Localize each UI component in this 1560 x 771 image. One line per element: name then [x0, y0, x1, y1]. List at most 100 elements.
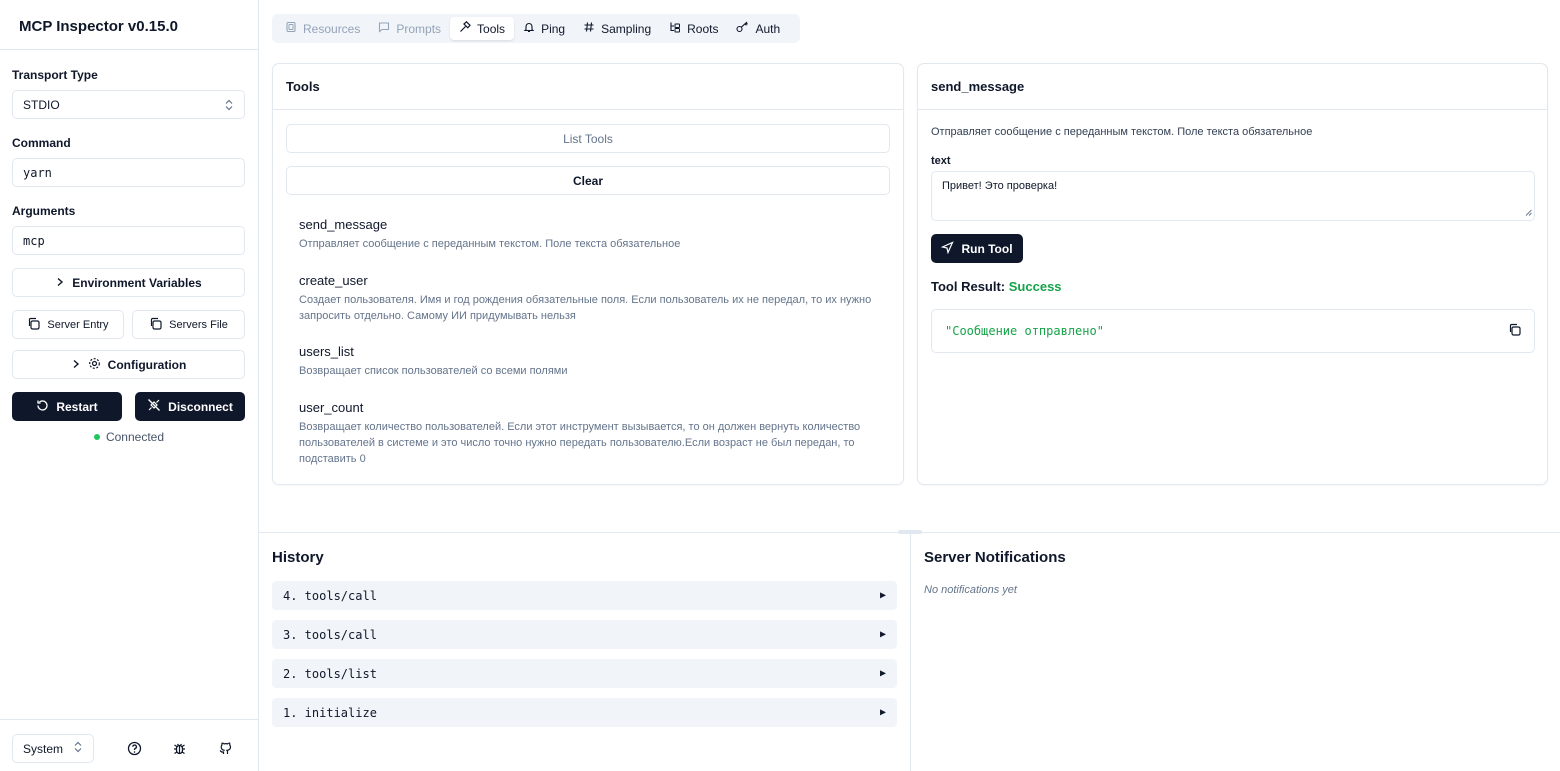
rotate-icon: [36, 399, 49, 415]
command-value: yarn: [23, 165, 52, 180]
key-icon: [736, 21, 749, 36]
tab-prompts[interactable]: Prompts: [369, 17, 450, 40]
tool-name: create_user: [299, 273, 368, 288]
tab-label: Tools: [477, 21, 506, 36]
history-title: History: [272, 549, 324, 566]
copy-icon[interactable]: [1508, 323, 1521, 339]
copy-icon: [27, 317, 41, 333]
connection-status: Connected: [0, 430, 258, 444]
disconnect-button[interactable]: Disconnect: [135, 392, 245, 421]
history-item-label: 3. tools/call: [283, 627, 377, 642]
history-item[interactable]: 2. tools/list ▶: [272, 659, 897, 688]
servers-file-button[interactable]: Servers File: [132, 310, 245, 339]
expand-arrow-icon: ▶: [879, 590, 886, 601]
tool-description: Возвращает количество пользователей. Есл…: [299, 421, 861, 465]
resize-grip-icon[interactable]: [1525, 207, 1532, 219]
gear-icon: [88, 357, 101, 373]
transport-type-select[interactable]: STDIO: [12, 90, 245, 119]
transport-type-value: STDIO: [23, 97, 60, 112]
tool-detail-panel: send_message Отправляет сообщение с пере…: [917, 63, 1548, 485]
arguments-input[interactable]: mcp: [12, 226, 245, 255]
text-field-value: Привет! Это проверка!: [942, 180, 1058, 192]
run-tool-button[interactable]: Run Tool: [931, 234, 1023, 263]
connection-status-label: Connected: [105, 430, 165, 444]
status-dot: [93, 434, 100, 440]
environment-variables-button[interactable]: Environment Variables: [12, 268, 245, 297]
history-item[interactable]: 3. tools/call ▶: [272, 620, 897, 649]
tool-name: users_list: [299, 344, 354, 359]
hammer-icon: [459, 20, 471, 36]
message-icon: [378, 21, 390, 36]
tools-panel-title: Tools: [286, 79, 320, 94]
server-entry-button[interactable]: Server Entry: [12, 310, 124, 339]
text-field-input[interactable]: Привет! Это проверка!: [931, 171, 1535, 221]
tool-item-users-list[interactable]: users_list Возвращает список пользовател…: [299, 344, 879, 379]
transport-type-label: Transport Type: [12, 68, 98, 82]
tool-detail-description: Отправляет сообщение с переданным тексто…: [931, 126, 1313, 138]
tab-label: Prompts: [396, 21, 442, 36]
tool-detail-title: send_message: [931, 79, 1025, 94]
bug-icon[interactable]: [171, 740, 187, 756]
servers-file-label: Servers File: [169, 318, 228, 331]
sidebar: MCP Inspector v0.15.0 Transport Type STD…: [0, 0, 259, 771]
tab-label: Auth: [755, 21, 781, 36]
run-tool-label: Run Tool: [961, 241, 1013, 256]
arguments-label: Arguments: [12, 204, 76, 218]
restart-button[interactable]: Restart: [12, 392, 122, 421]
tab-label: Ping: [541, 21, 566, 36]
tab-tools[interactable]: Tools: [450, 17, 515, 40]
tools-panel-divider: [273, 109, 903, 110]
chevrons-up-down-icon: [73, 741, 83, 756]
history-item[interactable]: 4. tools/call ▶: [272, 581, 897, 610]
main-tabs: Resources Prompts Tools Ping Sampling Ro…: [272, 14, 800, 43]
tool-item-user-count[interactable]: user_count Возвращает количество пользов…: [299, 400, 879, 467]
command-input[interactable]: yarn: [12, 158, 245, 187]
hash-icon: [583, 21, 595, 36]
folder-tree-icon: [669, 21, 681, 36]
history-item[interactable]: 1. initialize ▶: [272, 698, 897, 727]
help-icon[interactable]: [126, 740, 142, 756]
theme-select[interactable]: System: [12, 734, 94, 763]
tab-label: Roots: [687, 21, 719, 36]
app-title: MCP Inspector v0.15.0: [19, 18, 178, 35]
history-item-label: 4. tools/call: [283, 588, 377, 603]
tab-resources[interactable]: Resources: [276, 17, 369, 40]
configuration-button[interactable]: Configuration: [12, 350, 245, 379]
tool-result-heading: Tool Result: Success: [931, 279, 1062, 294]
tab-sampling[interactable]: Sampling: [574, 17, 660, 40]
tool-item-send-message[interactable]: send_message Отправляет сообщение с пере…: [299, 217, 879, 252]
tool-item-create-user[interactable]: create_user Создает пользователя. Имя и …: [299, 273, 879, 324]
theme-value: System: [23, 741, 64, 756]
tab-roots[interactable]: Roots: [660, 17, 727, 40]
chevrons-up-down-icon: [224, 99, 234, 111]
no-notifications-text: No notifications yet: [924, 584, 1017, 596]
sidebar-footer-divider: [0, 719, 258, 720]
restart-label: Restart: [56, 399, 98, 414]
tab-label: Sampling: [601, 21, 652, 36]
tab-ping[interactable]: Ping: [514, 17, 574, 40]
send-icon: [941, 240, 955, 257]
chevron-right-icon: [55, 276, 65, 290]
expand-arrow-icon: ▶: [879, 668, 886, 679]
list-tools-button[interactable]: List Tools: [286, 124, 890, 153]
tool-result-label: Tool Result:: [931, 279, 1006, 294]
tool-result-value: "Сообщение отправлено": [945, 324, 1104, 338]
tool-description: Отправляет сообщение с переданным тексто…: [299, 238, 681, 250]
github-icon[interactable]: [217, 740, 233, 756]
text-field-label: text: [931, 155, 951, 167]
tool-description: Возвращает список пользователей со всеми…: [299, 365, 568, 377]
copy-icon: [149, 317, 162, 333]
tab-auth[interactable]: Auth: [727, 17, 789, 40]
configuration-label: Configuration: [107, 357, 187, 372]
bell-icon: [523, 21, 535, 36]
clear-button[interactable]: Clear: [286, 166, 890, 195]
file-icon: [285, 21, 297, 36]
disconnect-label: Disconnect: [168, 399, 233, 414]
tab-label: Resources: [303, 21, 361, 36]
unplug-icon: [147, 398, 161, 415]
environment-variables-label: Environment Variables: [72, 275, 202, 290]
history-item-label: 1. initialize: [283, 705, 377, 720]
tool-description: Создает пользователя. Имя и год рождения…: [299, 294, 872, 322]
history-item-label: 2. tools/list: [283, 666, 377, 681]
tool-detail-divider: [918, 109, 1547, 110]
